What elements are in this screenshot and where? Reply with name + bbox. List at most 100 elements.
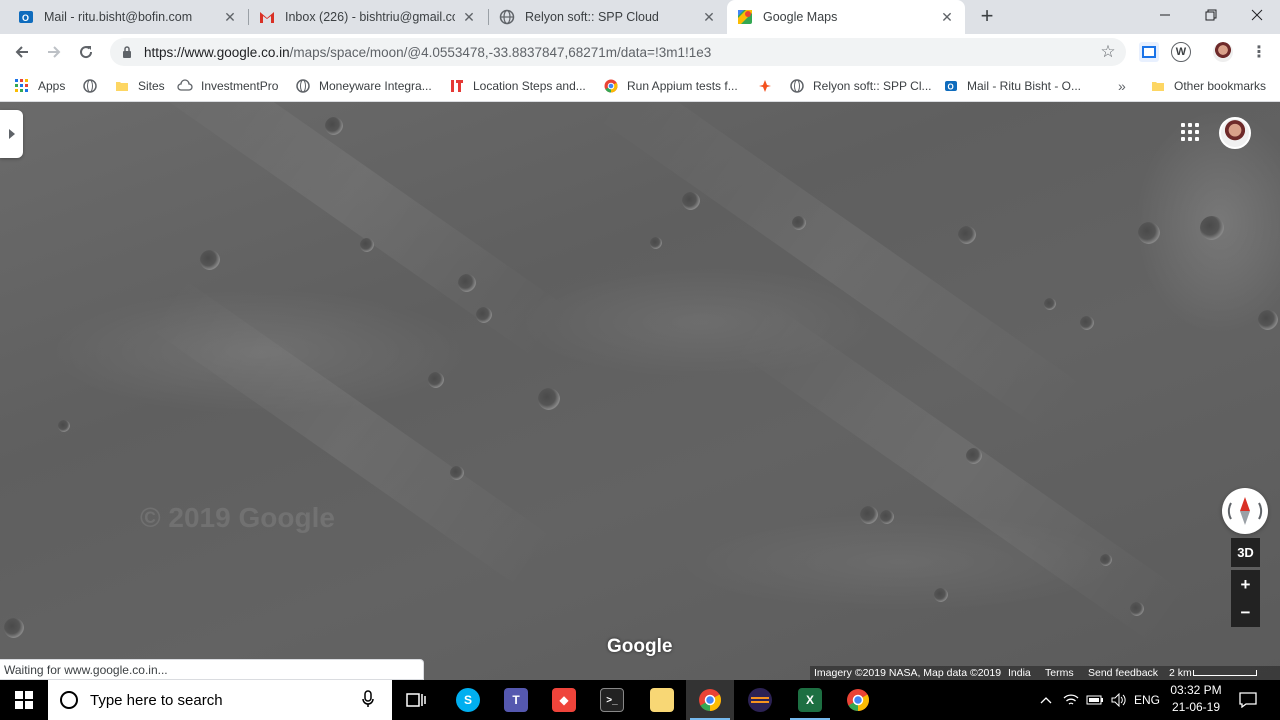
bookmark-relyon-spp[interactable]: Relyon soft:: SPP Cl...	[789, 76, 932, 96]
other-bookmarks-folder[interactable]: Other bookmarks	[1150, 76, 1266, 96]
lock-icon[interactable]	[122, 46, 134, 58]
moon-map-canvas[interactable]: © 2019 Google	[0, 102, 1280, 682]
profile-avatar[interactable]	[1213, 42, 1233, 62]
close-window-button[interactable]	[1234, 0, 1280, 30]
tab-google-maps[interactable]: Google Maps ✕	[727, 0, 965, 34]
crater	[650, 237, 662, 249]
taskbar-terminal[interactable]: >_	[588, 680, 636, 720]
bookmark-globe[interactable]	[82, 76, 106, 96]
terminal-icon: >_	[600, 688, 624, 712]
action-center-button[interactable]	[1236, 680, 1260, 720]
taskbar-anydesk[interactable]: ◆	[540, 680, 588, 720]
restore-window-button[interactable]	[1188, 0, 1234, 30]
start-button[interactable]	[0, 680, 48, 720]
new-tab-button[interactable]: +	[976, 5, 998, 28]
anydesk-icon: ◆	[552, 688, 576, 712]
folder-icon	[114, 78, 130, 94]
volume-icon[interactable]	[1108, 680, 1130, 720]
tab-mail-outlook[interactable]: O Mail - ritu.bisht@bofin.com ✕	[8, 0, 248, 34]
zoom-in-button[interactable]: +	[1231, 570, 1260, 599]
3d-toggle-button[interactable]: 3D	[1231, 538, 1260, 567]
chrome-icon	[846, 688, 870, 712]
bookmark-star-icon[interactable]: ☆	[1098, 42, 1118, 62]
crater	[360, 238, 374, 252]
page-loading-status: Waiting for www.google.co.in...	[0, 659, 424, 680]
taskbar-file-explorer[interactable]	[638, 680, 686, 720]
input-language[interactable]: ENG	[1132, 680, 1162, 720]
bookmark-label: Moneyware Integra...	[319, 79, 432, 93]
taskbar-eclipse[interactable]	[736, 680, 784, 720]
other-bookmarks-label: Other bookmarks	[1174, 79, 1267, 93]
bookmark-apps[interactable]: Apps	[14, 76, 65, 96]
close-tab-icon[interactable]: ✕	[222, 9, 238, 25]
taskbar-search-box[interactable]: Type here to search	[48, 680, 392, 720]
bookmark-sparkle[interactable]	[757, 76, 781, 96]
close-tab-icon[interactable]: ✕	[701, 9, 717, 25]
eclipse-icon	[748, 688, 772, 712]
crater	[966, 448, 982, 464]
back-arrow-icon	[15, 46, 28, 58]
wordpress-extension-icon[interactable]: W	[1171, 42, 1191, 62]
taskbar-chrome[interactable]	[834, 680, 882, 720]
close-tab-icon[interactable]: ✕	[939, 9, 955, 25]
outlook-icon: O	[943, 78, 959, 94]
bookmark-run-appium[interactable]: Run Appium tests f...	[603, 76, 738, 96]
terms-link[interactable]: Terms	[1045, 666, 1074, 680]
excel-icon: X	[798, 688, 822, 712]
expand-side-panel-button[interactable]	[0, 110, 23, 158]
taskbar-excel[interactable]: X	[786, 680, 834, 720]
zoom-out-button[interactable]: −	[1231, 598, 1260, 627]
chrome-menu-icon[interactable]: ⋮	[1249, 42, 1269, 62]
address-bar[interactable]: https://www.google.co.in/maps/space/moon…	[110, 38, 1126, 66]
show-hidden-icons-button[interactable]	[1036, 680, 1056, 720]
taskbar-chrome-active[interactable]	[686, 680, 734, 720]
network-icon[interactable]	[1060, 680, 1082, 720]
crater	[682, 192, 700, 210]
reload-icon	[80, 46, 93, 59]
account-avatar[interactable]	[1219, 117, 1251, 149]
restore-icon	[1205, 9, 1217, 21]
bookmark-label: Relyon soft:: SPP Cl...	[813, 79, 932, 93]
chrome-icon	[698, 688, 722, 712]
scale-label[interactable]: 2 km	[1169, 666, 1192, 680]
battery-icon[interactable]	[1084, 680, 1106, 720]
minimize-window-button[interactable]	[1142, 0, 1188, 30]
crater	[458, 274, 476, 292]
crater	[1258, 310, 1278, 330]
compass-control[interactable]	[1222, 488, 1268, 534]
scale-bar	[1193, 670, 1257, 676]
bookmark-moneyware[interactable]: Moneyware Integra...	[295, 76, 432, 96]
taskbar-teams[interactable]: T	[492, 680, 540, 720]
back-button[interactable]	[10, 40, 34, 64]
task-view-button[interactable]	[392, 680, 440, 720]
system-clock[interactable]: 03:32 PM 21-06-19	[1160, 682, 1232, 718]
bookmark-label: Mail - Ritu Bisht - O...	[967, 79, 1082, 93]
clock-date: 21-06-19	[1171, 700, 1221, 714]
close-tab-icon[interactable]: ✕	[461, 9, 477, 25]
gmail-icon	[259, 9, 275, 25]
bookmark-investmentpro[interactable]: InvestmentPro	[177, 76, 278, 96]
send-feedback-link[interactable]: Send feedback	[1088, 666, 1158, 680]
url-text[interactable]: https://www.google.co.in/maps/space/moon…	[144, 45, 1098, 60]
tab-gmail-inbox[interactable]: Inbox (226) - bishtriu@gmail.com ✕	[249, 0, 487, 34]
bookmarks-overflow-button[interactable]: »	[1118, 76, 1126, 96]
tab-relyon-spp[interactable]: Relyon soft:: SPP Cloud ✕	[489, 0, 727, 34]
bookmark-sites[interactable]: Sites	[114, 76, 165, 96]
chevron-up-icon	[1040, 697, 1052, 704]
globe-icon	[789, 78, 805, 94]
region-link[interactable]: India	[1008, 666, 1031, 680]
bookmark-label: InvestmentPro	[201, 79, 279, 93]
google-apps-icon[interactable]	[1178, 120, 1202, 144]
microphone-icon[interactable]	[362, 689, 382, 711]
taskbar-skype[interactable]: S	[444, 680, 492, 720]
bookmark-label: Apps	[38, 79, 66, 93]
reload-button[interactable]	[74, 40, 98, 64]
imagery-attribution: Imagery ©2019 NASA, Map data ©2019	[814, 667, 1002, 679]
screen-capture-extension-icon[interactable]	[1139, 42, 1159, 62]
crater	[325, 117, 343, 135]
bookmark-mail-outlook[interactable]: O Mail - Ritu Bisht - O...	[943, 76, 1081, 96]
globe-icon	[82, 78, 98, 94]
bookmark-location-steps[interactable]: Location Steps and...	[449, 76, 586, 96]
bookmark-label: Run Appium tests f...	[627, 79, 738, 93]
forward-button[interactable]	[42, 40, 66, 64]
